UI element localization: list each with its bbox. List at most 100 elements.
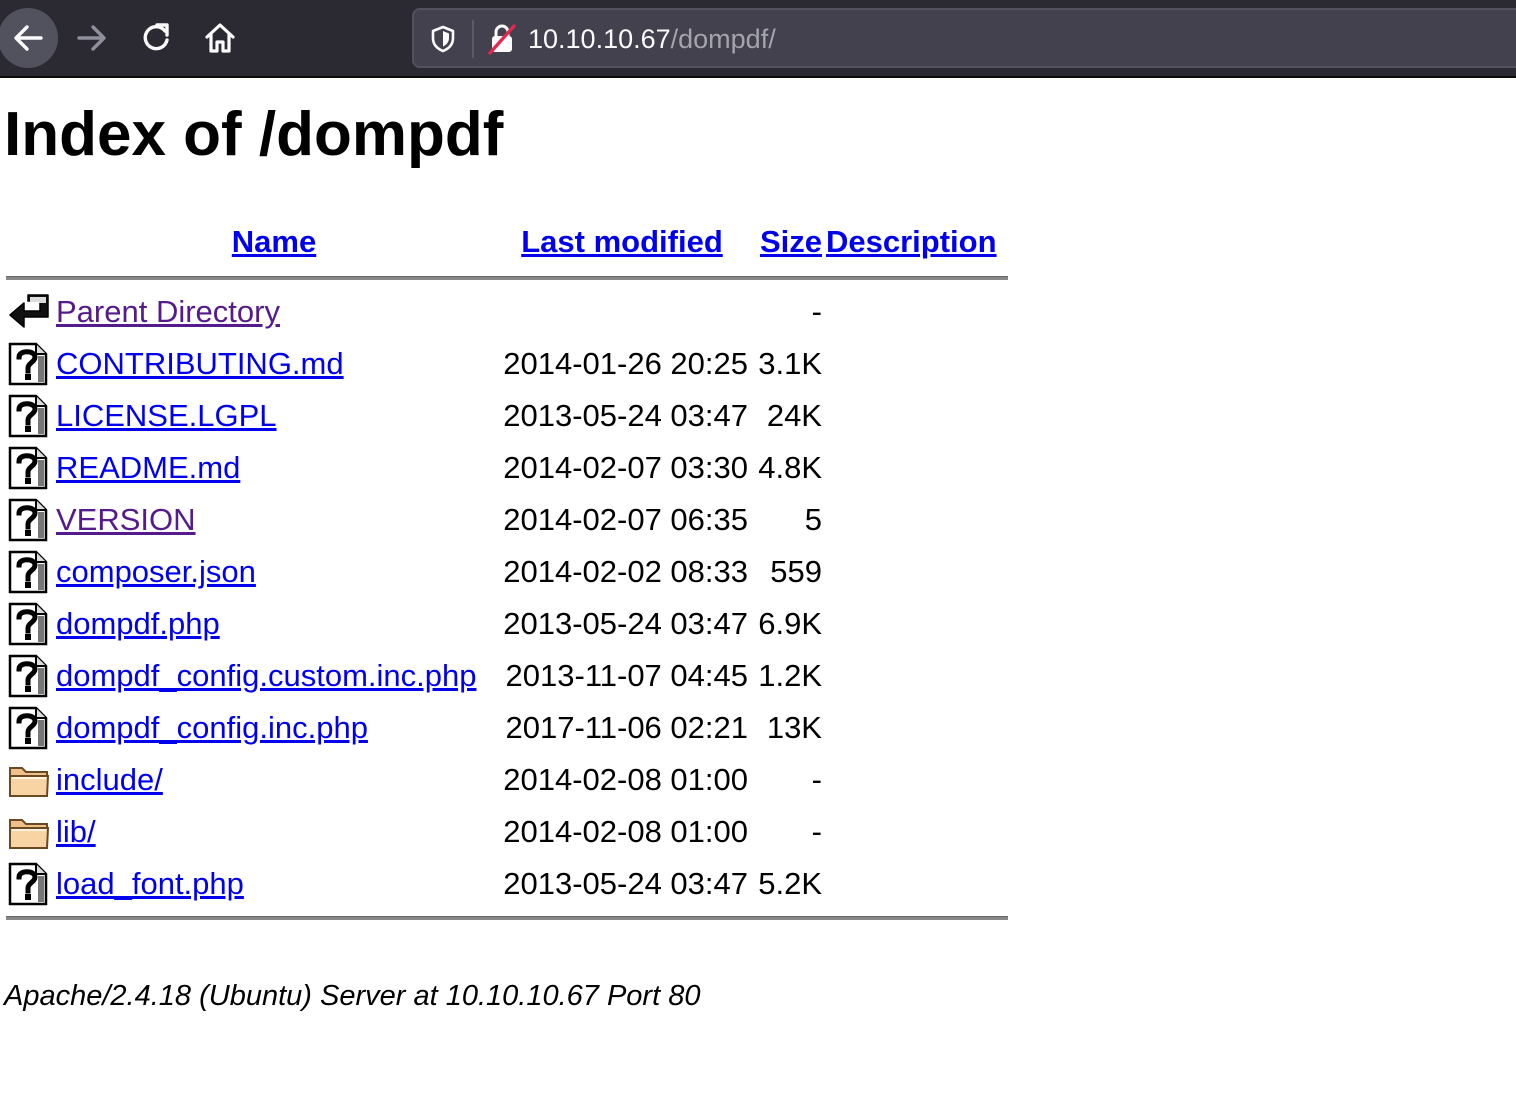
sort-by-name-link[interactable]: Name xyxy=(232,224,316,259)
description-cell xyxy=(824,754,1008,806)
size-cell: 6.9K xyxy=(758,606,822,641)
url-host: 10.10.10.67 xyxy=(528,24,671,54)
table-row: CONTRIBUTING.md 2014-01-26 20:25 3.1K xyxy=(6,338,1008,390)
size-column-header: Size xyxy=(750,214,824,270)
horizontal-rule xyxy=(6,916,1008,920)
parent-date-cell xyxy=(494,286,750,338)
size-cell: 24K xyxy=(766,398,822,433)
table-row: dompdf_config.custom.inc.php 2013-11-07 … xyxy=(6,650,1008,702)
back-arrow-icon xyxy=(9,294,49,328)
file-link[interactable]: CONTRIBUTING.md xyxy=(56,346,344,381)
description-cell xyxy=(824,806,1008,858)
size-cell: 4.8K xyxy=(758,450,822,485)
description-cell xyxy=(824,390,1008,442)
listing-header-row: Name Last modified Size Description xyxy=(6,214,1008,270)
table-row: LICENSE.LGPL 2013-05-24 03:47 24K xyxy=(6,390,1008,442)
unknown-file-icon xyxy=(8,602,48,646)
description-cell xyxy=(824,858,1008,910)
name-column-header: Name xyxy=(54,214,494,270)
description-cell xyxy=(824,338,1008,390)
table-row: README.md 2014-02-07 03:30 4.8K xyxy=(6,442,1008,494)
unknown-file-icon xyxy=(8,862,48,906)
url-path: /dompdf/ xyxy=(670,24,776,54)
insecure-lock-icon[interactable] xyxy=(486,22,518,56)
home-button[interactable] xyxy=(190,8,250,68)
arrow-right-icon xyxy=(77,25,106,51)
description-cell xyxy=(824,494,1008,546)
last-modified-cell: 2014-01-26 20:25 xyxy=(503,346,748,381)
unknown-file-icon xyxy=(8,446,48,490)
back-button[interactable] xyxy=(0,8,58,68)
browser-toolbar: 10.10.10.67/dompdf/ xyxy=(0,0,1516,78)
arrow-left-icon xyxy=(14,25,43,51)
file-link[interactable]: include/ xyxy=(56,762,163,797)
file-link[interactable]: lib/ xyxy=(56,814,96,849)
sort-by-description-link[interactable]: Description xyxy=(826,224,997,259)
size-cell: - xyxy=(811,814,822,849)
parent-size-cell: - xyxy=(811,294,822,329)
file-link[interactable]: VERSION xyxy=(56,502,196,537)
size-cell: 5 xyxy=(804,502,822,537)
table-row: dompdf_config.inc.php 2017-11-06 02:21 1… xyxy=(6,702,1008,754)
description-cell xyxy=(824,702,1008,754)
description-cell xyxy=(824,442,1008,494)
file-link[interactable]: README.md xyxy=(56,450,240,485)
page-title: Index of /dompdf xyxy=(4,100,504,169)
table-row: composer.json 2014-02-02 08:33 559 xyxy=(6,546,1008,598)
unknown-file-icon xyxy=(8,342,48,386)
server-signature: Apache/2.4.18 (Ubuntu) Server at 10.10.1… xyxy=(4,980,701,1012)
reload-button[interactable] xyxy=(126,8,186,68)
last-modified-cell: 2013-11-07 04:45 xyxy=(505,658,748,693)
file-link[interactable]: composer.json xyxy=(56,554,256,589)
sort-by-last-modified-link[interactable]: Last modified xyxy=(521,224,723,259)
directory-listing: Name Last modified Size Description Pare… xyxy=(6,214,1008,926)
size-cell: 559 xyxy=(770,554,822,589)
url-text[interactable]: 10.10.10.67/dompdf/ xyxy=(528,22,776,56)
table-row: load_font.php 2013-05-24 03:47 5.2K xyxy=(6,858,1008,910)
parent-directory-link[interactable]: Parent Directory xyxy=(56,294,280,329)
last-modified-cell: 2013-05-24 03:47 xyxy=(503,866,748,901)
folder-icon xyxy=(9,767,50,797)
url-bar[interactable]: 10.10.10.67/dompdf/ xyxy=(412,8,1516,68)
file-link[interactable]: dompdf.php xyxy=(56,606,220,641)
file-link[interactable]: dompdf_config.custom.inc.php xyxy=(56,658,476,693)
unknown-file-icon xyxy=(8,550,48,594)
last-modified-cell: 2013-05-24 03:47 xyxy=(503,398,748,433)
file-link[interactable]: dompdf_config.inc.php xyxy=(56,710,368,745)
size-cell: - xyxy=(811,762,822,797)
file-link[interactable]: LICENSE.LGPL xyxy=(56,398,277,433)
table-row: include/ 2014-02-08 01:00 - xyxy=(6,754,1008,806)
table-row-parent-directory: Parent Directory - xyxy=(6,286,1008,338)
header-divider-row xyxy=(6,270,1008,286)
icon-column-header xyxy=(6,214,54,270)
description-cell xyxy=(824,650,1008,702)
last-modified-cell: 2014-02-07 06:35 xyxy=(503,502,748,537)
last-modified-cell: 2014-02-07 03:30 xyxy=(503,450,748,485)
size-cell: 5.2K xyxy=(758,866,822,901)
table-row: lib/ 2014-02-08 01:00 - xyxy=(6,806,1008,858)
last-modified-cell: 2013-05-24 03:47 xyxy=(503,606,748,641)
listing-body: Parent Directory - CONTRIBUTING.md 2014-… xyxy=(6,286,1008,910)
table-row: VERSION 2014-02-07 06:35 5 xyxy=(6,494,1008,546)
unknown-file-icon xyxy=(8,498,48,542)
horizontal-rule xyxy=(6,276,1008,280)
description-cell xyxy=(824,598,1008,650)
description-column-header: Description xyxy=(824,214,1008,270)
sort-by-size-link[interactable]: Size xyxy=(760,224,822,259)
folder-icon xyxy=(9,819,50,849)
unknown-file-icon xyxy=(8,706,48,750)
last-modified-column-header: Last modified xyxy=(494,214,750,270)
size-cell: 13K xyxy=(766,710,822,745)
shield-icon[interactable] xyxy=(428,24,458,54)
description-cell xyxy=(824,546,1008,598)
file-link[interactable]: load_font.php xyxy=(56,866,244,901)
unknown-file-icon xyxy=(8,394,48,438)
table-row: dompdf.php 2013-05-24 03:47 6.9K xyxy=(6,598,1008,650)
last-modified-cell: 2014-02-02 08:33 xyxy=(503,554,748,589)
home-icon xyxy=(205,23,235,53)
footer-divider-row xyxy=(6,910,1008,926)
forward-button[interactable] xyxy=(62,8,122,68)
unknown-file-icon xyxy=(8,654,48,698)
size-cell: 3.1K xyxy=(758,346,822,381)
reload-icon xyxy=(143,23,169,51)
